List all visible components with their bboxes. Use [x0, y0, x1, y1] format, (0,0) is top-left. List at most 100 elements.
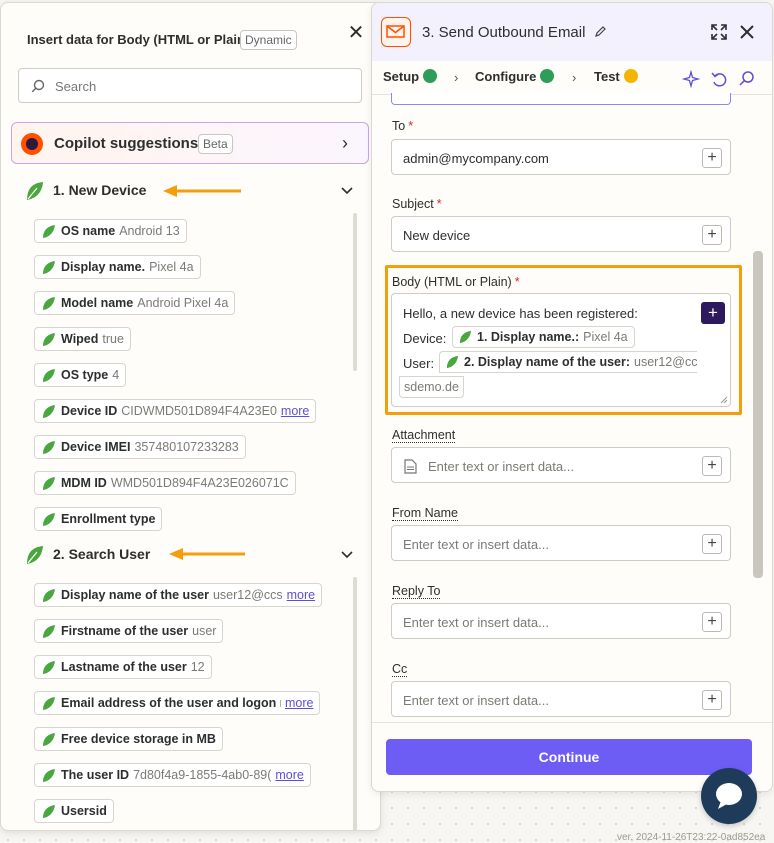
subject-field[interactable]: New device + [391, 216, 731, 252]
device-display-name-pill[interactable]: 1. Display name.: Pixel 4a [452, 326, 635, 348]
tab-configure[interactable]: Configure [475, 69, 555, 95]
data-chip-free-storage[interactable]: Free device storage in MB [34, 727, 223, 751]
leaf-icon [43, 405, 55, 418]
email-app-icon [381, 17, 411, 47]
more-link[interactable]: more [281, 404, 309, 418]
insert-data-button[interactable]: + [702, 148, 722, 168]
leaf-icon [43, 441, 55, 454]
user-display-name-pill[interactable]: 2. Display name of the user: user12@cc [439, 351, 697, 373]
leaf-icon [43, 225, 55, 238]
undo-icon[interactable] [710, 70, 728, 88]
data-chip-model-name[interactable]: Model name Android Pixel 4a [34, 291, 236, 315]
step-editor-panel: 3. Send Outbound Email Setup › Configure… [371, 2, 773, 792]
insert-data-button[interactable]: + [702, 534, 722, 554]
insert-data-button-active[interactable]: + [701, 302, 725, 324]
data-chip-email-address[interactable]: Email address of the user and logon nmor… [34, 691, 321, 715]
data-chip-firstname[interactable]: Firstname of the user user [34, 619, 224, 643]
user-pill-continuation[interactable]: sdemo.de [399, 376, 464, 398]
section1-scrollbar[interactable] [353, 213, 357, 371]
copilot-label: Copilot suggestions [54, 135, 199, 152]
chevron-right-icon: › [342, 133, 348, 153]
insert-data-button[interactable]: + [702, 612, 722, 632]
data-chip-os-name[interactable]: OS name Android 13 [34, 219, 187, 243]
leaf-icon [43, 297, 55, 310]
copilot-icon [21, 133, 43, 155]
data-chip-lastname[interactable]: Lastname of the user 12 [34, 655, 212, 679]
file-icon [404, 459, 417, 474]
body-text-line: Hello, a new device has been registered: [403, 306, 638, 321]
data-chip-mdm-id[interactable]: MDM ID WMD501D894F4A23E026071C [34, 471, 296, 495]
search-box[interactable] [18, 68, 362, 103]
data-chip-wiped[interactable]: Wiped true [34, 327, 131, 351]
to-field[interactable]: admin@mycompany.com + [391, 139, 731, 175]
leaf-icon [43, 369, 55, 382]
body-editor[interactable]: Hello, a new device has been registered:… [391, 293, 731, 407]
more-link[interactable]: more [275, 768, 303, 782]
section2-scrollbar[interactable] [353, 577, 357, 830]
from-name-label: From Name [392, 506, 458, 521]
reply-to-field[interactable]: Enter text or insert data... + [391, 603, 731, 639]
previous-field[interactable] [391, 93, 731, 105]
more-link[interactable]: more [285, 696, 313, 710]
search-input[interactable] [53, 76, 353, 96]
chevron-right-icon: › [572, 70, 577, 85]
chevron-right-icon: › [454, 70, 459, 85]
reply-to-label: Reply To [392, 584, 441, 599]
leaf-icon [43, 625, 55, 638]
leaf-icon [43, 769, 55, 782]
check-circle-icon [423, 69, 438, 83]
data-chip-user-display-name[interactable]: Display name of the user user12@ccs more [34, 583, 323, 607]
body-user-label: User: [403, 356, 435, 371]
panel-title: Insert data for Body (HTML or Plain) [27, 32, 250, 47]
leaf-icon [459, 330, 472, 344]
data-chip-usersid[interactable]: Usersid [34, 799, 114, 823]
data-chip-device-imei[interactable]: Device IMEI 357480107233283 [34, 435, 246, 459]
copilot-suggestions-button[interactable]: Copilot suggestions Beta › [11, 122, 369, 164]
data-chip-os-type[interactable]: OS type 4 [34, 363, 127, 387]
data-chip-user-id[interactable]: The user ID 7d80f4a9-1855-4ab0-89(more [34, 763, 311, 787]
more-link[interactable]: more [287, 588, 315, 602]
ai-sparkle-icon[interactable] [682, 70, 700, 88]
check-circle-icon [540, 69, 555, 83]
attachment-field[interactable]: Enter text or insert data... + [391, 447, 731, 483]
subject-label: Subject * [392, 197, 442, 211]
insert-data-panel: Insert data for Body (HTML or Plain) Dyn… [0, 2, 381, 831]
insert-data-button[interactable]: + [702, 456, 722, 476]
expand-icon[interactable] [710, 23, 728, 41]
leaf-icon [43, 589, 55, 602]
section-title: 2. Search User [53, 546, 151, 562]
from-name-field[interactable]: Enter text or insert data... + [391, 525, 731, 561]
attachment-label: Attachment [392, 428, 456, 443]
leaf-icon [43, 697, 55, 710]
to-label: To * [392, 119, 414, 133]
data-chip-device-id[interactable]: Device ID CIDWMD501D894F4A23E0 more [34, 399, 317, 423]
close-icon[interactable]: ✕ [346, 23, 366, 43]
edit-pencil-icon[interactable] [594, 25, 607, 38]
tab-test[interactable]: Test [594, 69, 638, 95]
chat-support-button[interactable] [701, 768, 757, 824]
panel-scrollbar[interactable] [753, 251, 763, 578]
leaf-icon [27, 182, 43, 200]
tab-setup[interactable]: Setup [383, 69, 438, 95]
body-device-label: Device: [403, 331, 447, 346]
continue-button[interactable]: Continue [386, 739, 752, 775]
cc-label: Cc [392, 662, 408, 677]
annotation-arrow-icon [169, 548, 245, 560]
close-icon[interactable] [738, 23, 756, 41]
insert-data-button[interactable]: + [702, 225, 722, 245]
version-text: ver. 2024-11-26T23:22-0ad852ea [617, 832, 766, 843]
leaf-icon [43, 733, 55, 746]
step-title[interactable]: 3. Send Outbound Email [422, 24, 607, 41]
cc-field[interactable]: Enter text or insert data... + [391, 681, 731, 717]
insert-data-button[interactable]: + [702, 690, 722, 710]
resize-handle-icon[interactable] [720, 396, 728, 404]
leaf-icon [446, 355, 459, 369]
search-icon[interactable] [738, 70, 756, 88]
data-chip-enrollment-type[interactable]: Enrollment type [34, 507, 163, 531]
leaf-icon [27, 546, 43, 564]
leaf-icon [43, 477, 55, 490]
leaf-icon [43, 333, 55, 346]
data-chip-display-name[interactable]: Display name. Pixel 4a [34, 255, 201, 279]
body-label: Body (HTML or Plain) * [392, 275, 520, 289]
dynamic-badge: Dynamic [240, 30, 297, 50]
